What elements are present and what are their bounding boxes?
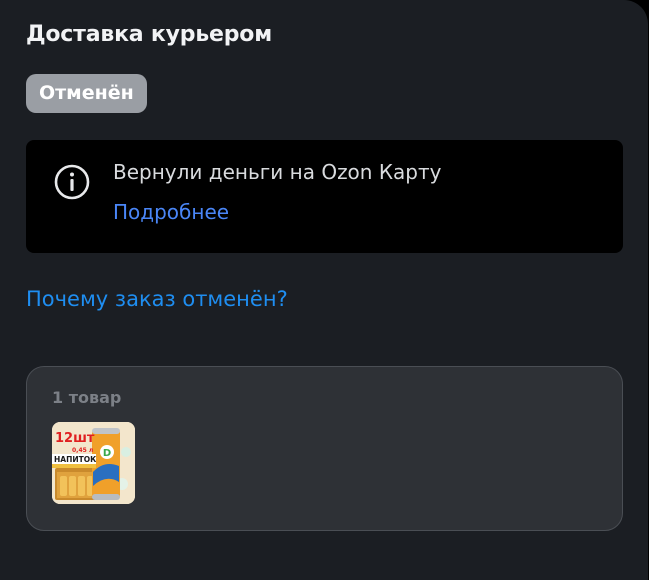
drink-can-pack-image: D 12шт 0,45 л НАПИТОК [52, 422, 135, 504]
status-badge: Отменён [26, 74, 147, 113]
svg-text:0,45 л: 0,45 л [72, 447, 93, 454]
svg-text:D: D [103, 448, 111, 459]
svg-text:12шт: 12шт [55, 431, 95, 446]
product-thumbnail[interactable]: D 12шт 0,45 л НАПИТОК [52, 422, 135, 504]
refund-message: Вернули деньги на Ozon Карту [113, 160, 442, 184]
details-link[interactable]: Подробнее [113, 200, 229, 224]
order-items-section: 1 товар D 12шт 0,45 л НАПИТОК [26, 366, 623, 531]
svg-text:НАПИТОК: НАПИТОК [54, 455, 97, 464]
items-count: 1 товар [52, 388, 122, 407]
delivery-title: Доставка курьером [26, 22, 273, 47]
why-cancelled-link[interactable]: Почему заказ отменён? [26, 287, 288, 311]
order-card: Доставка курьером Отменён Вернули деньги… [0, 0, 648, 580]
info-icon [54, 164, 90, 200]
refund-notice: Вернули деньги на Ozon Карту Подробнее [26, 140, 623, 253]
